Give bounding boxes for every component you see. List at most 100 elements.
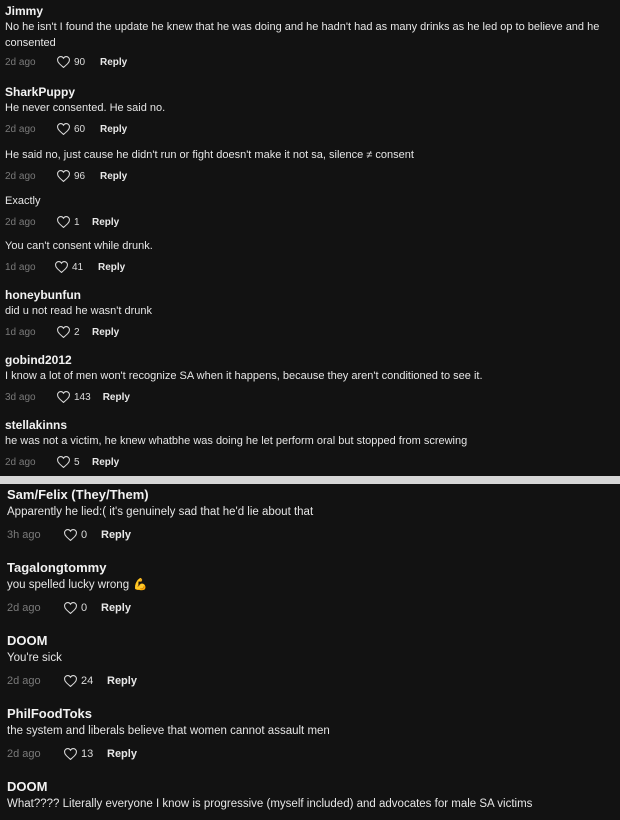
reply-button[interactable]: Reply: [92, 217, 119, 228]
comment-text: Exactly: [5, 195, 41, 207]
comment: Jimmy No he isn't I found the update he …: [5, 4, 616, 70]
reply-button[interactable]: Reply: [100, 124, 127, 135]
like-button[interactable]: 1: [57, 216, 80, 228]
like-count: 143: [74, 391, 91, 403]
reply-button[interactable]: Reply: [107, 748, 137, 760]
heart-icon: [64, 602, 77, 614]
flexed-biceps-icon: 💪: [133, 579, 148, 591]
reply-button[interactable]: Reply: [98, 262, 125, 273]
like-count: 5: [74, 456, 80, 468]
username[interactable]: Jimmy: [5, 4, 616, 19]
timestamp: 2d ago: [7, 675, 41, 687]
timestamp: 2d ago: [7, 748, 41, 760]
heart-icon: [57, 326, 70, 338]
comment-text-body: you spelled lucky wrong: [7, 579, 130, 591]
heart-icon: [57, 216, 70, 228]
like-button[interactable]: 13: [64, 748, 95, 760]
comment: Sam/Felix (They/Them) Apparently he lied…: [7, 487, 616, 543]
username[interactable]: stellakinns: [5, 418, 616, 433]
like-count: 0: [81, 529, 88, 541]
comment: He said no, just cause he didn't run or …: [5, 147, 616, 184]
heart-icon: [57, 391, 70, 403]
heart-icon: [64, 748, 77, 760]
comment: DOOM What???? Literally everyone I know …: [7, 779, 616, 813]
comment-text: He said no, just cause he didn't run or …: [5, 149, 414, 161]
username[interactable]: honeybunfun: [5, 288, 616, 303]
comments-panel-bottom: Sam/Felix (They/Them) Apparently he lied…: [0, 484, 620, 820]
comment: You can't consent while drunk. 1d ago 41…: [5, 238, 616, 275]
timestamp: 2d ago: [5, 123, 36, 135]
timestamp: 3d ago: [5, 391, 36, 403]
like-button[interactable]: 24: [64, 675, 95, 687]
like-count: 2: [74, 326, 80, 338]
like-count: 60: [74, 123, 86, 135]
username[interactable]: Tagalongtommy: [7, 560, 616, 576]
like-button[interactable]: 96: [57, 170, 88, 182]
username[interactable]: Sam/Felix (They/Them): [7, 487, 616, 503]
heart-icon: [64, 675, 77, 687]
comment: stellakinns he was not a victim, he knew…: [5, 418, 616, 470]
comment-text: I know a lot of men won't recognize SA w…: [5, 370, 483, 382]
username[interactable]: SharkPuppy: [5, 85, 616, 100]
comment-text: he was not a victim, he knew whatbhe was…: [5, 435, 468, 447]
heart-icon: [57, 170, 70, 182]
like-count: 0: [81, 602, 88, 614]
reply-button[interactable]: Reply: [92, 327, 119, 338]
timestamp: 2d ago: [7, 602, 41, 614]
comment-text: What???? Literally everyone I know is pr…: [7, 798, 533, 810]
comment-text: You're sick: [7, 652, 62, 664]
like-button[interactable]: 60: [57, 123, 88, 135]
heart-icon: [57, 123, 70, 135]
timestamp: 2d ago: [5, 56, 36, 68]
like-count: 96: [74, 170, 86, 182]
like-button[interactable]: 90: [57, 56, 88, 68]
comment: SharkPuppy He never consented. He said n…: [5, 85, 616, 137]
username[interactable]: gobind2012: [5, 353, 616, 368]
username[interactable]: DOOM: [7, 633, 616, 649]
reply-button[interactable]: Reply: [103, 392, 130, 403]
like-count: 90: [74, 56, 86, 68]
username[interactable]: DOOM: [7, 779, 616, 795]
timestamp: 3h ago: [7, 529, 41, 541]
like-count: 41: [72, 261, 84, 273]
comment-text: You can't consent while drunk.: [5, 240, 153, 252]
like-count: 13: [81, 748, 94, 760]
reply-button[interactable]: Reply: [100, 171, 127, 182]
username[interactable]: PhilFoodToks: [7, 706, 616, 722]
like-count: 24: [81, 675, 94, 687]
heart-icon: [64, 529, 77, 541]
comment-text: the system and liberals believe that wom…: [7, 725, 330, 737]
timestamp: 2d ago: [5, 216, 36, 228]
reply-button[interactable]: Reply: [107, 675, 137, 687]
comment-text: Apparently he lied:( it's genuinely sad …: [7, 506, 314, 518]
like-button[interactable]: 5: [57, 456, 80, 468]
timestamp: 2d ago: [5, 170, 36, 182]
heart-icon: [57, 56, 70, 68]
reply-button[interactable]: Reply: [101, 602, 131, 614]
comment-text: did u not read he wasn't drunk: [5, 305, 153, 317]
reply-button[interactable]: Reply: [100, 57, 127, 68]
reply-button[interactable]: Reply: [92, 457, 119, 468]
reply-button[interactable]: Reply: [101, 529, 131, 541]
comment: gobind2012 I know a lot of men won't rec…: [5, 353, 616, 405]
like-button[interactable]: 0: [64, 602, 89, 614]
comment-text: you spelled lucky wrong 💪: [7, 576, 616, 594]
comments-panel-top: Jimmy No he isn't I found the update he …: [0, 0, 620, 476]
timestamp: 1d ago: [5, 261, 36, 273]
like-button[interactable]: 0: [64, 529, 89, 541]
comment: Tagalongtommy you spelled lucky wrong 💪 2…: [7, 560, 616, 616]
heart-icon: [57, 456, 70, 468]
like-button[interactable]: 143: [57, 391, 91, 403]
comment: honeybunfun did u not read he wasn't dru…: [5, 288, 616, 340]
comment-text: He never consented. He said no.: [5, 102, 166, 114]
screenshot-divider: [0, 476, 620, 484]
comment: Exactly 2d ago 1 Reply: [5, 193, 616, 230]
comment-text: No he isn't I found the update he knew t…: [5, 21, 600, 49]
timestamp: 1d ago: [5, 326, 36, 338]
like-button[interactable]: 2: [57, 326, 80, 338]
comment: DOOM You're sick 2d ago 24 Reply: [7, 633, 616, 689]
like-button[interactable]: 41: [55, 261, 86, 273]
comment: PhilFoodToks the system and liberals bel…: [7, 706, 616, 762]
timestamp: 2d ago: [5, 456, 36, 468]
heart-icon: [55, 261, 68, 273]
